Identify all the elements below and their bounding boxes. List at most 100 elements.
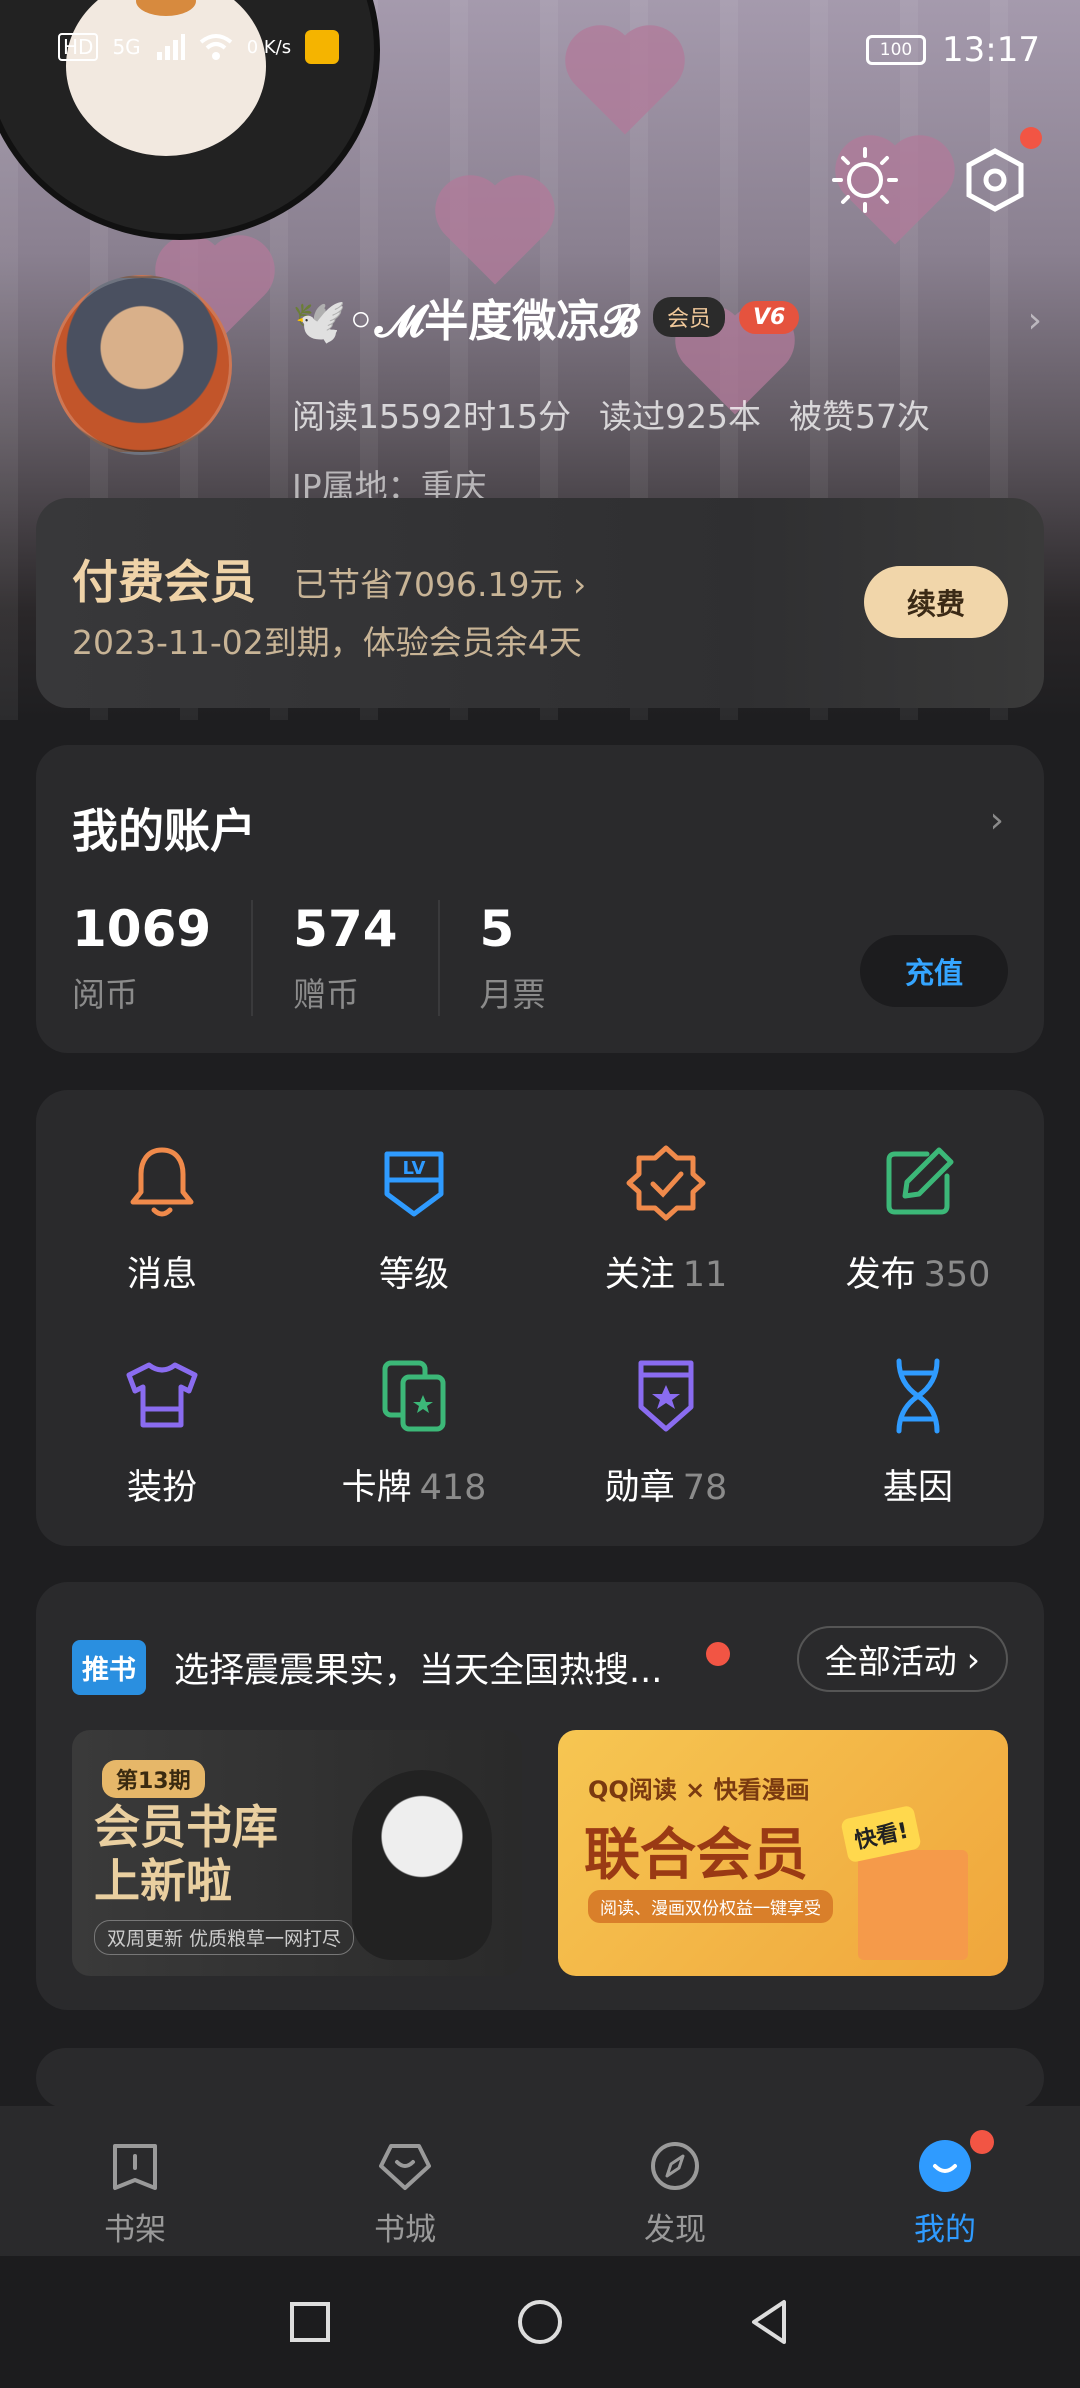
monthly-ticket-label: 月票 [479,975,546,1014]
chevron-right-icon: › [966,1639,980,1679]
promo-tag: 推书 [72,1640,146,1695]
reading-time: 阅读15592时15分 [292,397,571,436]
banner-joint-membership[interactable]: QQ阅读 × 快看漫画 联合会员 阅读、漫画双份权益一键享受 快看! [558,1730,1008,1976]
banner-brands: QQ阅读 × 快看漫画 [588,1776,810,1804]
home-icon[interactable] [510,2292,570,2352]
network-indicator: 5G [112,35,141,59]
membership-title: 付费会员 [72,555,256,609]
settings-hex-icon [966,148,1024,212]
account-card[interactable]: 我的账户 › 1069 阅币 574 赠币 5 月票 充值 [36,745,1044,1053]
bookstore-icon [379,2144,431,2190]
grid-count: 11 [682,1255,728,1295]
banner-title: 联合会员 [584,1823,808,1888]
back-icon[interactable] [740,2292,800,2352]
all-activities-button[interactable]: 全部活动 › [796,1626,1008,1692]
gift-coin-value: 574 [293,900,398,958]
membership-expire: 2023-11-02到期，体验会员余4天 [72,623,582,662]
grid-count: 418 [419,1468,487,1508]
banner-badge: 第13期 [102,1760,205,1798]
grid-count: 78 [682,1468,728,1508]
profile-section[interactable]: 🕊️◦𝓜半度微凉𝓑 会员 V6 › 阅读15592时15分 读过925本 被赞5… [52,270,1042,506]
grid-label: 发布 [845,1255,916,1295]
profile-smile-icon [919,2140,971,2192]
top-actions [830,127,1042,215]
tab-label: 书城 [374,2212,436,2248]
books-read: 读过925本 [598,397,761,436]
gift-box-decoration [858,1850,968,1960]
notification-dot [1020,127,1042,149]
grid-item-dressup[interactable]: 装扮 [36,1353,288,1510]
signal-icon [156,34,185,60]
cards-icon [382,1360,446,1432]
tab-mine[interactable]: 我的 [810,2106,1080,2256]
level-icon: LV [384,1151,444,1217]
system-navigation-bar [0,2256,1080,2388]
settings-button[interactable] [960,127,1042,215]
medal-icon [638,1360,694,1432]
grid-label: 装扮 [126,1468,197,1508]
grid-item-cards[interactable]: 卡牌 418 [288,1353,540,1510]
grid-label: 消息 [126,1255,197,1295]
grid-item-gene[interactable]: 基因 [792,1353,1044,1510]
grid-item-publish[interactable]: 发布 350 [792,1140,1044,1297]
dna-icon [896,1358,940,1434]
status-bar: HD 5G 0 K/s 100 13:17 [0,0,1080,110]
penguin-mascot [352,1770,492,1960]
banner-member-library[interactable]: 第13期 会员书库 上新啦 双周更新 优质粮草一网打尽 [72,1730,522,1976]
balance-item[interactable]: 1069 阅币 [72,900,254,1016]
grid-label: 卡牌 [341,1468,412,1508]
battery-icon: 100 [866,35,927,65]
chevron-right-icon[interactable]: › [990,800,1004,841]
svg-text:LV: LV [403,1158,426,1179]
bookshelf-icon [113,2144,157,2190]
speed-indicator: 0 K/s [246,36,292,58]
account-title: 我的账户 [72,804,256,858]
chevron-right-icon[interactable]: › [1028,300,1042,341]
grid-count: 350 [923,1255,991,1295]
notification-dot [706,1642,730,1666]
grid-item-level[interactable]: LV 等级 [288,1140,540,1297]
grid-item-follow[interactable]: 关注 11 [540,1140,792,1297]
gift-coin-item[interactable]: 574 赠币 [293,900,440,1016]
app-notification-icon [305,30,340,64]
notification-dot [970,2130,994,2154]
balance-label: 阅币 [72,975,138,1014]
wifi-icon [199,34,232,60]
vip-badge[interactable]: 会员 [653,297,726,337]
sun-icon [832,147,898,213]
feature-grid-card: 消息 LV 等级 关注 11 发布 350 装扮 卡牌 418 勋章 78 基因 [36,1090,1044,1546]
reading-stats: 阅读15592时15分 读过925本 被赞57次 [292,390,930,438]
tab-discover[interactable]: 发现 [540,2106,810,2256]
tab-bookstore[interactable]: 书城 [270,2106,540,2256]
nickname: 🕊️◦𝓜半度微凉𝓑 [292,296,639,347]
tab-bookshelf[interactable]: 书架 [0,2106,270,2256]
theme-toggle-button[interactable] [830,145,900,215]
grid-label: 勋章 [604,1468,675,1508]
tab-label: 我的 [914,2212,976,2248]
grid-item-messages[interactable]: 消息 [36,1140,288,1297]
grid-label: 基因 [882,1468,953,1508]
membership-card[interactable]: 付费会员 已节省7096.19元 › 2023-11-02到期，体验会员余4天 … [36,498,1044,708]
edit-icon [886,1147,954,1215]
promo-text[interactable]: 选择震震果实，当天全国热搜... [174,1642,662,1693]
bell-icon [130,1147,194,1217]
grid-label: 关注 [604,1255,675,1295]
renew-button[interactable]: 续费 [864,566,1008,638]
banner-subtitle: 双周更新 优质粮草一网打尽 [94,1920,355,1955]
gift-coin-label: 赠币 [293,975,360,1014]
recent-apps-icon[interactable] [280,2292,340,2352]
next-card-partial [36,2048,1044,2108]
shirt-icon [126,1362,198,1428]
avatar[interactable] [52,275,232,455]
membership-saved[interactable]: 已节省7096.19元 › [294,558,586,606]
monthly-ticket-value: 5 [479,900,515,958]
follow-badge-icon [626,1145,706,1221]
grid-item-medals[interactable]: 勋章 78 [540,1353,792,1510]
hd-indicator: HD [58,33,99,61]
monthly-ticket-item[interactable]: 5 月票 [480,900,586,1016]
recharge-button[interactable]: 充值 [860,935,1008,1007]
banner-subtitle: 阅读、漫画双份权益一键享受 [588,1890,833,1923]
promo-card: 推书 选择震震果实，当天全国热搜... 全部活动 › 第13期 会员书库 上新啦 双… [36,1582,1044,2010]
level-badge[interactable]: V6 [739,300,800,334]
tab-label: 书架 [104,2212,166,2248]
